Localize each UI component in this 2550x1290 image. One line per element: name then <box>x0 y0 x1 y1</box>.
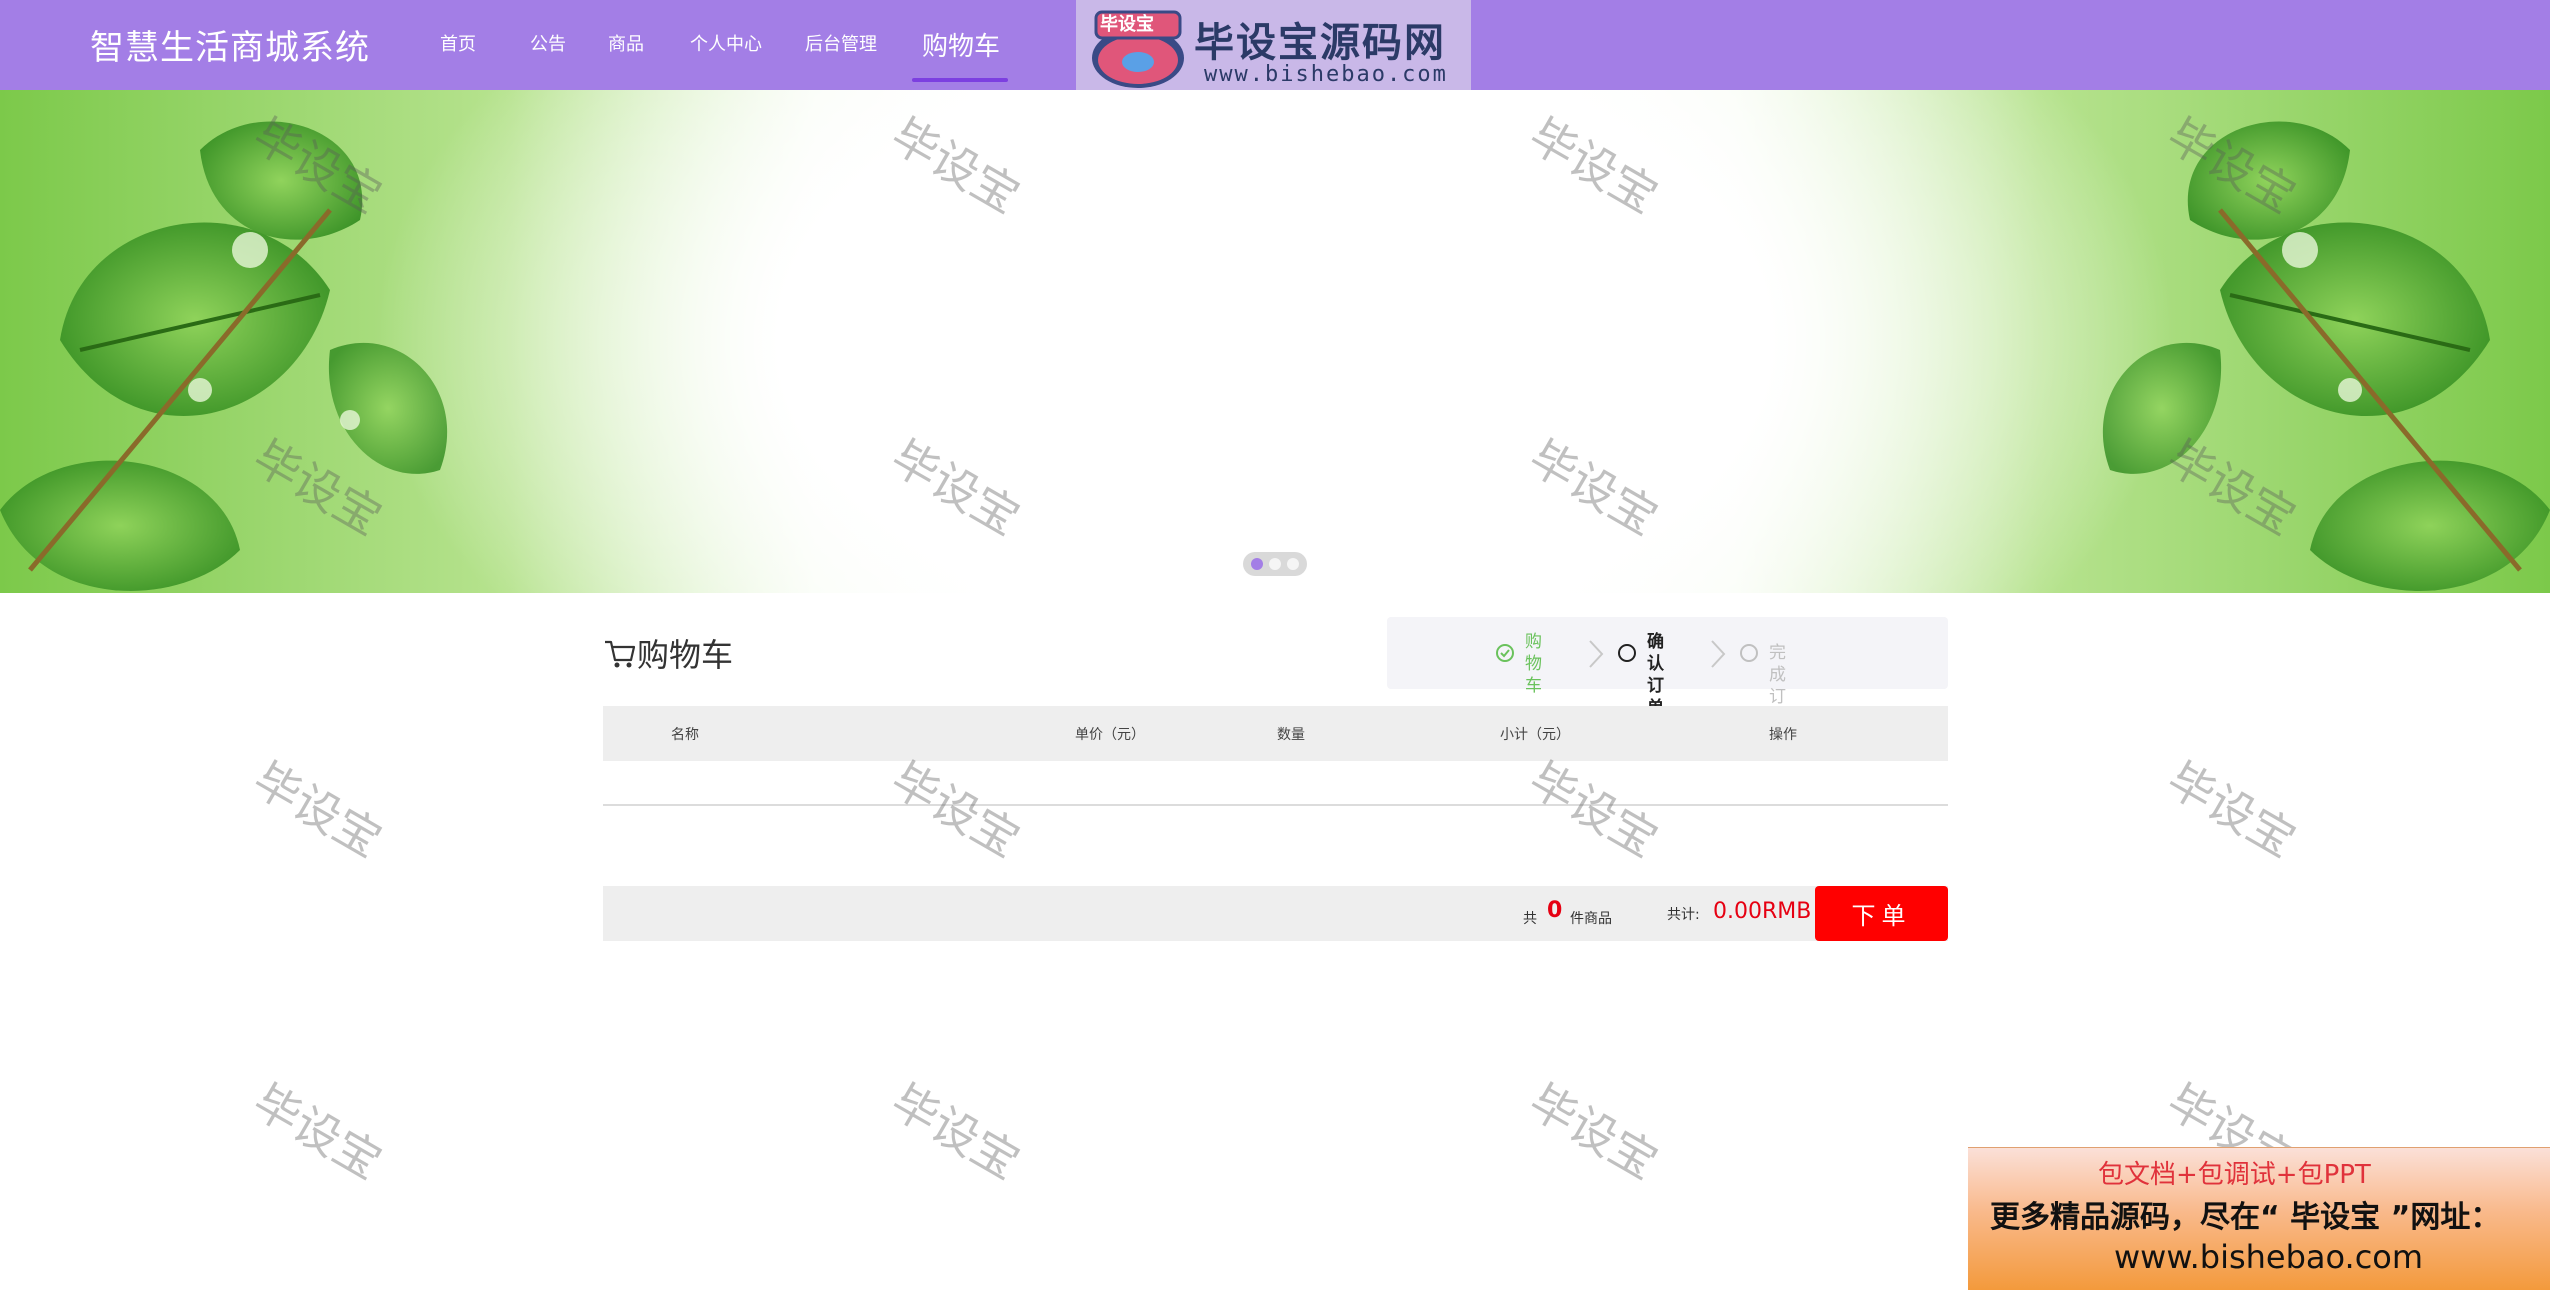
cart-table-divider <box>603 804 1948 806</box>
site-title[interactable]: 智慧生活商城系统 <box>90 20 370 69</box>
promo-headline: 更多精品源码，尽在“ 毕设宝 ”网址： <box>1990 1200 2501 1235</box>
banner-carousel[interactable] <box>0 90 2550 593</box>
page-title: 购物车 <box>637 636 734 674</box>
nav-products[interactable]: 商品 <box>608 30 644 56</box>
item-count-prefix: 共 <box>1523 911 1537 927</box>
watermark-text: 毕设宝 <box>244 751 391 868</box>
nav-announcements[interactable]: 公告 <box>530 30 566 56</box>
circle-icon <box>1618 644 1636 662</box>
watermark-text: 毕设宝 <box>244 1073 391 1190</box>
leaf-image-left <box>0 121 448 591</box>
nav-personal-center[interactable]: 个人中心 <box>690 30 762 56</box>
carousel-dot[interactable] <box>1287 558 1299 570</box>
item-count: 0 <box>1547 898 1563 923</box>
promo-url[interactable]: www.bishebao.com <box>2114 1238 2423 1276</box>
leaf-image-right <box>2102 121 2550 591</box>
circle-icon <box>1740 644 1758 662</box>
cart-table-header: 名称 单价（元） 数量 小计（元） 操作 <box>603 706 1948 761</box>
total-price: 0.00RMB <box>1713 899 1812 924</box>
page: 智慧生活商城系统 首页 公告 商品 个人中心 后台管理 购物车 毕设宝 毕设宝源… <box>0 0 2550 1290</box>
logo-emblem-text: 毕设宝 <box>1100 14 1154 35</box>
column-subtotal: 小计（元） <box>1500 727 1570 743</box>
column-unit-price: 单价（元） <box>1075 727 1145 743</box>
carousel-dot[interactable] <box>1251 558 1263 570</box>
total-label: 共计: <box>1667 907 1700 923</box>
watermark-text: 毕设宝 <box>2158 751 2305 868</box>
checkout-steps: 购物 车 确认 订单 完成订单 <box>1387 617 1948 729</box>
nav-home[interactable]: 首页 <box>440 30 476 56</box>
step-label: 购物 车 <box>1525 632 1542 696</box>
column-quantity: 数量 <box>1277 727 1305 743</box>
carousel-dots <box>1243 552 1307 576</box>
carousel-dot[interactable] <box>1269 558 1281 570</box>
cart-summary-bar: 共 0 件商品 共计: 0.00RMB 下单 <box>603 886 1948 941</box>
chevron-right-icon <box>1589 640 1604 668</box>
check-circle-icon <box>1496 644 1514 662</box>
logo-url: www.bishebao.com <box>1204 62 1448 87</box>
watermark-logo-badge: 毕设宝 毕设宝源码网 www.bishebao.com <box>1076 0 1471 90</box>
chevron-right-icon <box>1711 640 1726 668</box>
item-count-suffix: 件商品 <box>1570 911 1612 927</box>
nav-admin[interactable]: 后台管理 <box>805 30 877 56</box>
logo-title: 毕设宝源码网 <box>1194 20 1446 66</box>
watermark-text: 毕设宝 <box>1520 1073 1667 1190</box>
promo-banner[interactable]: 包文档+包调试+包PPT 更多精品源码，尽在“ 毕设宝 ”网址： www.bis… <box>1968 1147 2550 1290</box>
top-header: 智慧生活商城系统 首页 公告 商品 个人中心 后台管理 购物车 毕设宝 毕设宝源… <box>0 0 2550 90</box>
watermark-text: 毕设宝 <box>1520 751 1667 868</box>
nav-active-underline <box>912 78 1008 82</box>
watermark-text: 毕设宝 <box>882 751 1029 868</box>
shopping-cart-icon <box>605 640 636 668</box>
watermark-text: 毕设宝 <box>882 1073 1029 1190</box>
nav-cart[interactable]: 购物车 <box>922 26 1000 63</box>
place-order-button[interactable]: 下单 <box>1815 886 1948 941</box>
column-name: 名称 <box>671 727 699 743</box>
column-actions: 操作 <box>1769 727 1797 743</box>
promo-tagline: 包文档+包调试+包PPT <box>2098 1160 2371 1190</box>
